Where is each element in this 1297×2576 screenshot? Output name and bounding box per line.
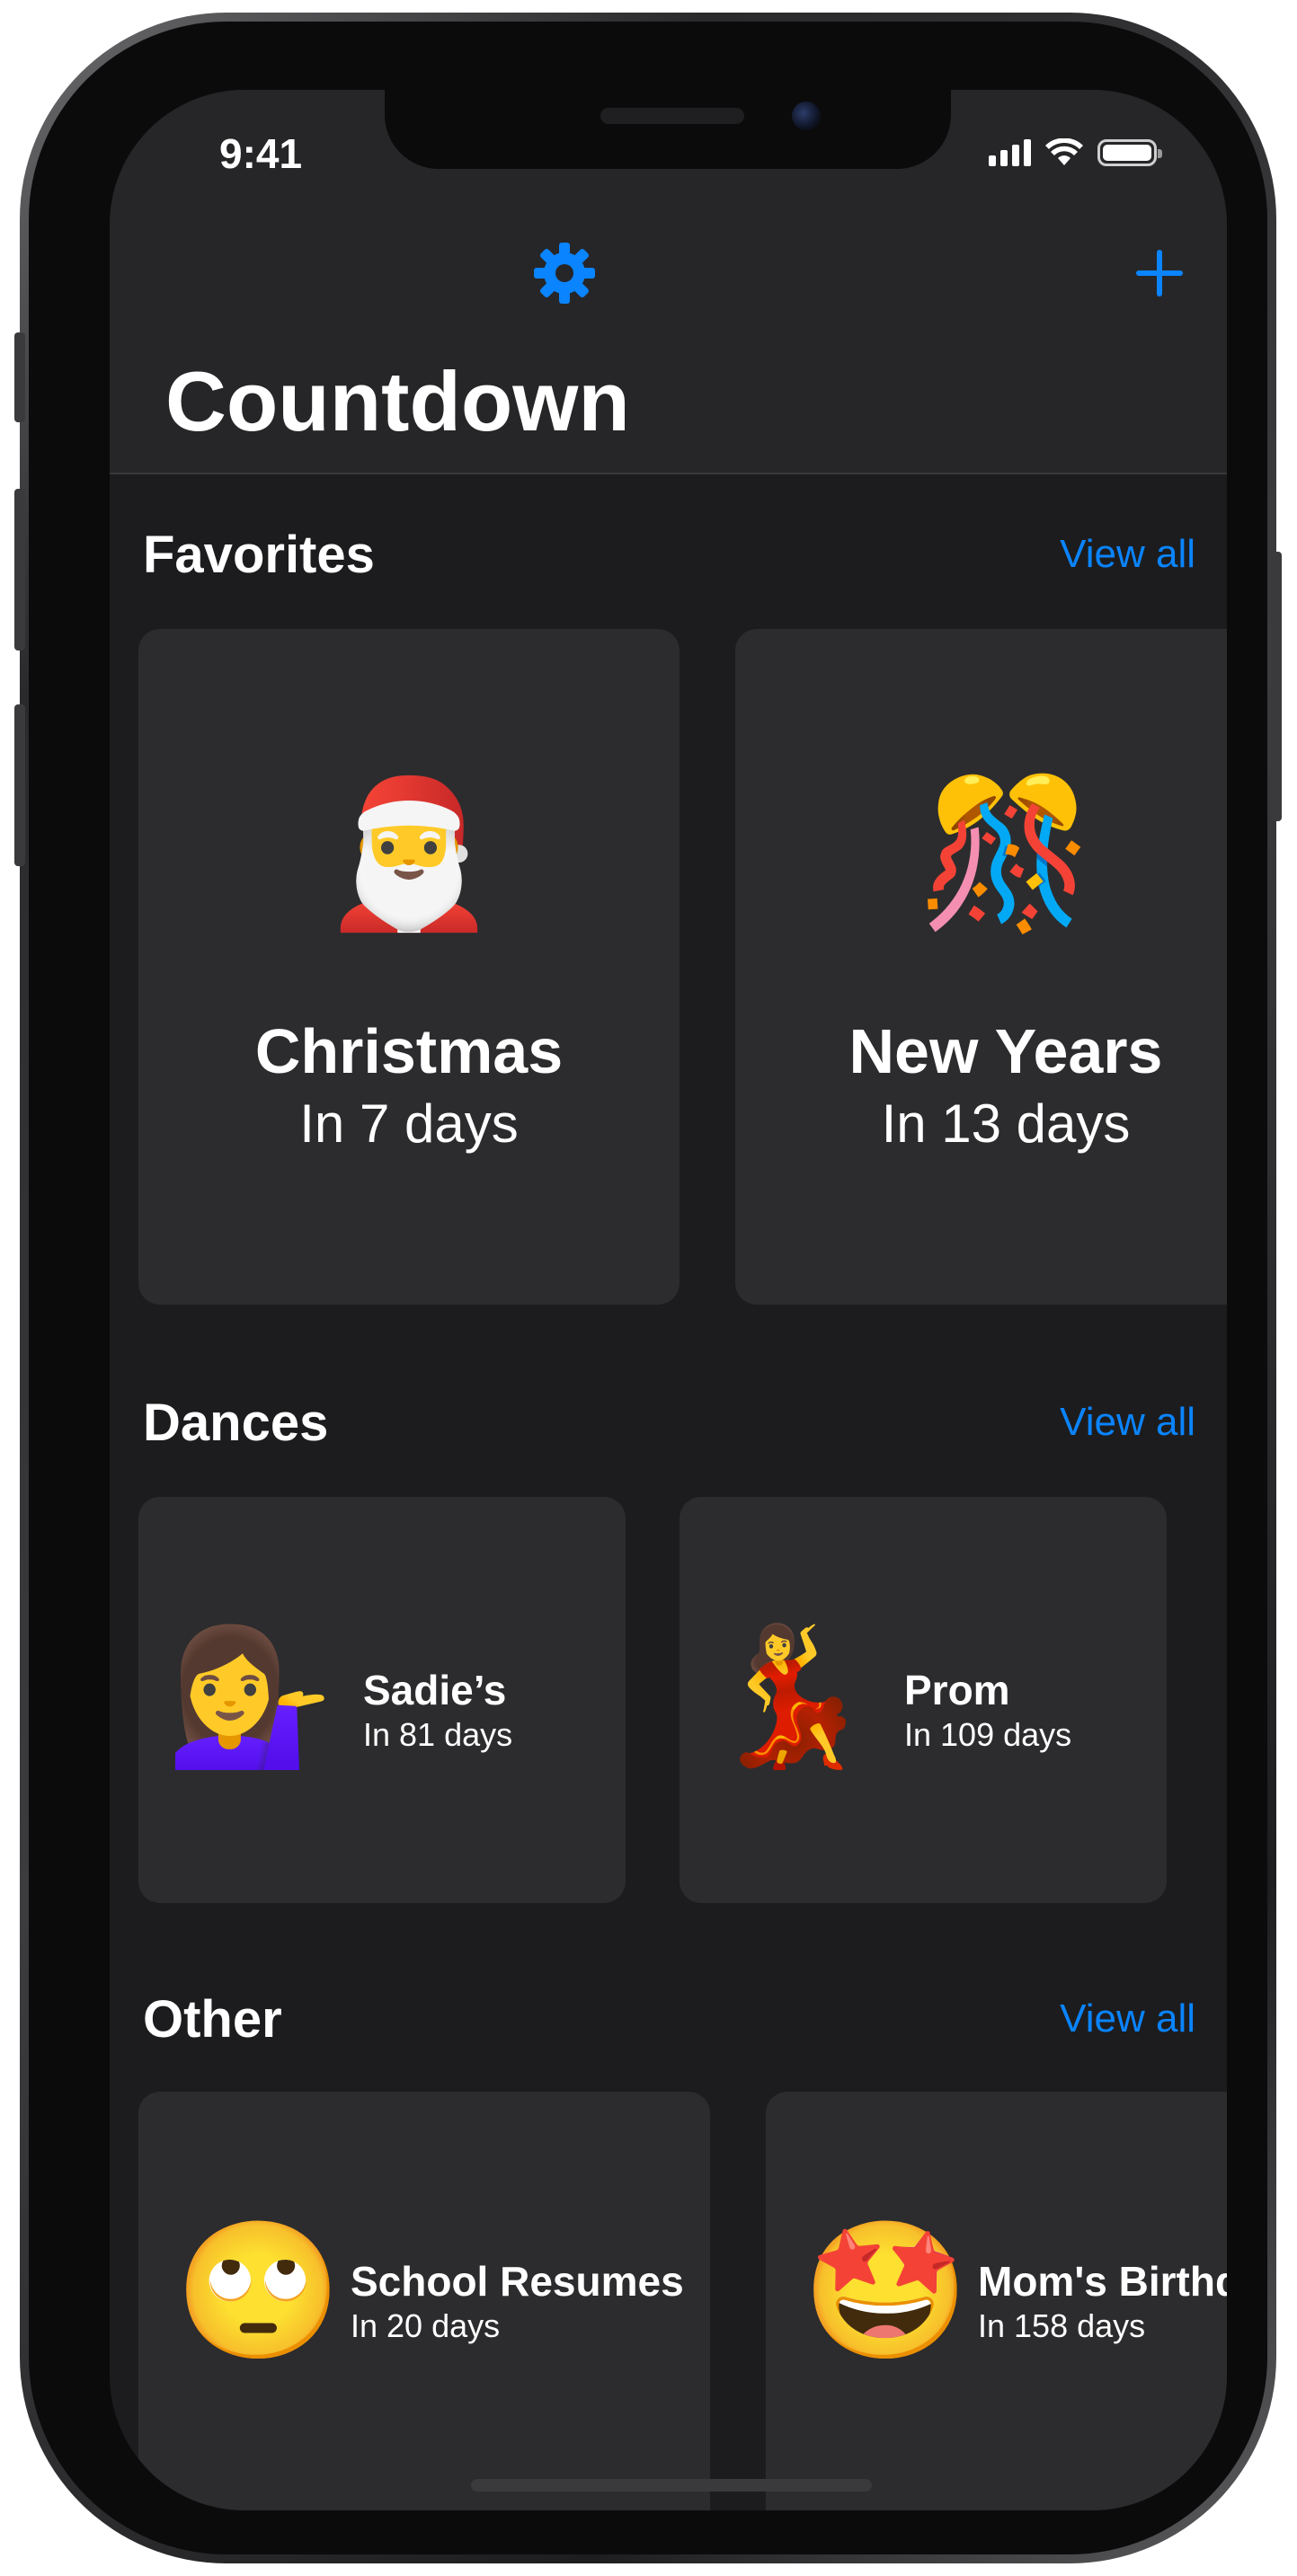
- card-subtitle: In 81 days: [363, 1716, 513, 1753]
- power-button: [1271, 552, 1282, 821]
- countdown-card-sadies[interactable]: 💁‍♀️ Sadie’s In 81 days: [138, 1497, 626, 1903]
- card-title: New Years: [848, 1016, 1163, 1086]
- card-subtitle: In 13 days: [881, 1093, 1131, 1154]
- card-title: Christmas: [254, 1016, 564, 1086]
- silent-switch: [14, 332, 25, 422]
- section-title-favorites: Favorites: [143, 526, 375, 584]
- card-subtitle: In 20 days: [351, 2307, 501, 2344]
- countdown-card-christmas[interactable]: 🎅 Christmas In 7 days: [138, 629, 680, 1305]
- battery-icon: [1097, 139, 1162, 166]
- card-subtitle: In 7 days: [299, 1093, 519, 1154]
- countdown-card-new-years[interactable]: 🎊 New Years In 13 days: [735, 629, 1227, 1305]
- view-all-dances-link[interactable]: View all: [1060, 1400, 1195, 1445]
- add-countdown-button[interactable]: [1124, 237, 1195, 309]
- tipping-hand-woman-emoji-icon: 💁‍♀️: [165, 1620, 333, 1771]
- plus-icon: [1136, 250, 1183, 297]
- status-time: 9:41: [219, 130, 303, 177]
- volume-up-button: [14, 489, 25, 651]
- card-title: Sadie’s: [363, 1667, 507, 1713]
- card-title: School Resumes: [351, 2258, 684, 2305]
- countdown-card-prom[interactable]: 💃 Prom In 109 days: [680, 1497, 1167, 1903]
- santa-emoji-icon: 🎅: [319, 773, 499, 934]
- home-indicator[interactable]: [471, 2479, 872, 2492]
- app-screen: 9:41 Countdown Favorites View all 🎅 Chri…: [110, 90, 1227, 2510]
- star-struck-emoji-icon: 🤩: [802, 2215, 970, 2366]
- speaker-grille: [600, 108, 744, 124]
- section-title-dances: Dances: [143, 1394, 329, 1452]
- notch: [385, 90, 951, 169]
- dancing-woman-emoji-icon: 💃: [706, 1620, 875, 1771]
- volume-down-button: [14, 704, 25, 866]
- countdown-card-moms-birthday[interactable]: 🤩 Mom's Birthd In 158 days: [766, 2092, 1227, 2510]
- gear-icon: [534, 243, 595, 304]
- countdown-card-school-resumes[interactable]: 🙄 School Resumes In 20 days: [138, 2092, 710, 2510]
- status-icons: [989, 138, 1162, 167]
- device-frame: 9:41 Countdown Favorites View all 🎅 Chri…: [14, 13, 1282, 2563]
- section-title-other: Other: [143, 1990, 282, 2049]
- cellular-signal-icon: [989, 139, 1031, 166]
- view-all-favorites-link[interactable]: View all: [1060, 532, 1195, 577]
- card-title: Mom's Birthd: [978, 2258, 1227, 2305]
- settings-button[interactable]: [529, 237, 600, 309]
- view-all-other-link[interactable]: View all: [1060, 1996, 1195, 2041]
- front-camera: [792, 102, 821, 130]
- card-subtitle: In 109 days: [904, 1716, 1072, 1753]
- wifi-icon: [1045, 138, 1083, 165]
- page-title: Countdown: [165, 354, 630, 448]
- confetti-emoji-icon: 🎊: [916, 773, 1096, 934]
- card-subtitle: In 158 days: [978, 2307, 1146, 2344]
- card-title: Prom: [904, 1667, 1010, 1713]
- rolling-eyes-emoji-icon: 🙄: [174, 2215, 342, 2366]
